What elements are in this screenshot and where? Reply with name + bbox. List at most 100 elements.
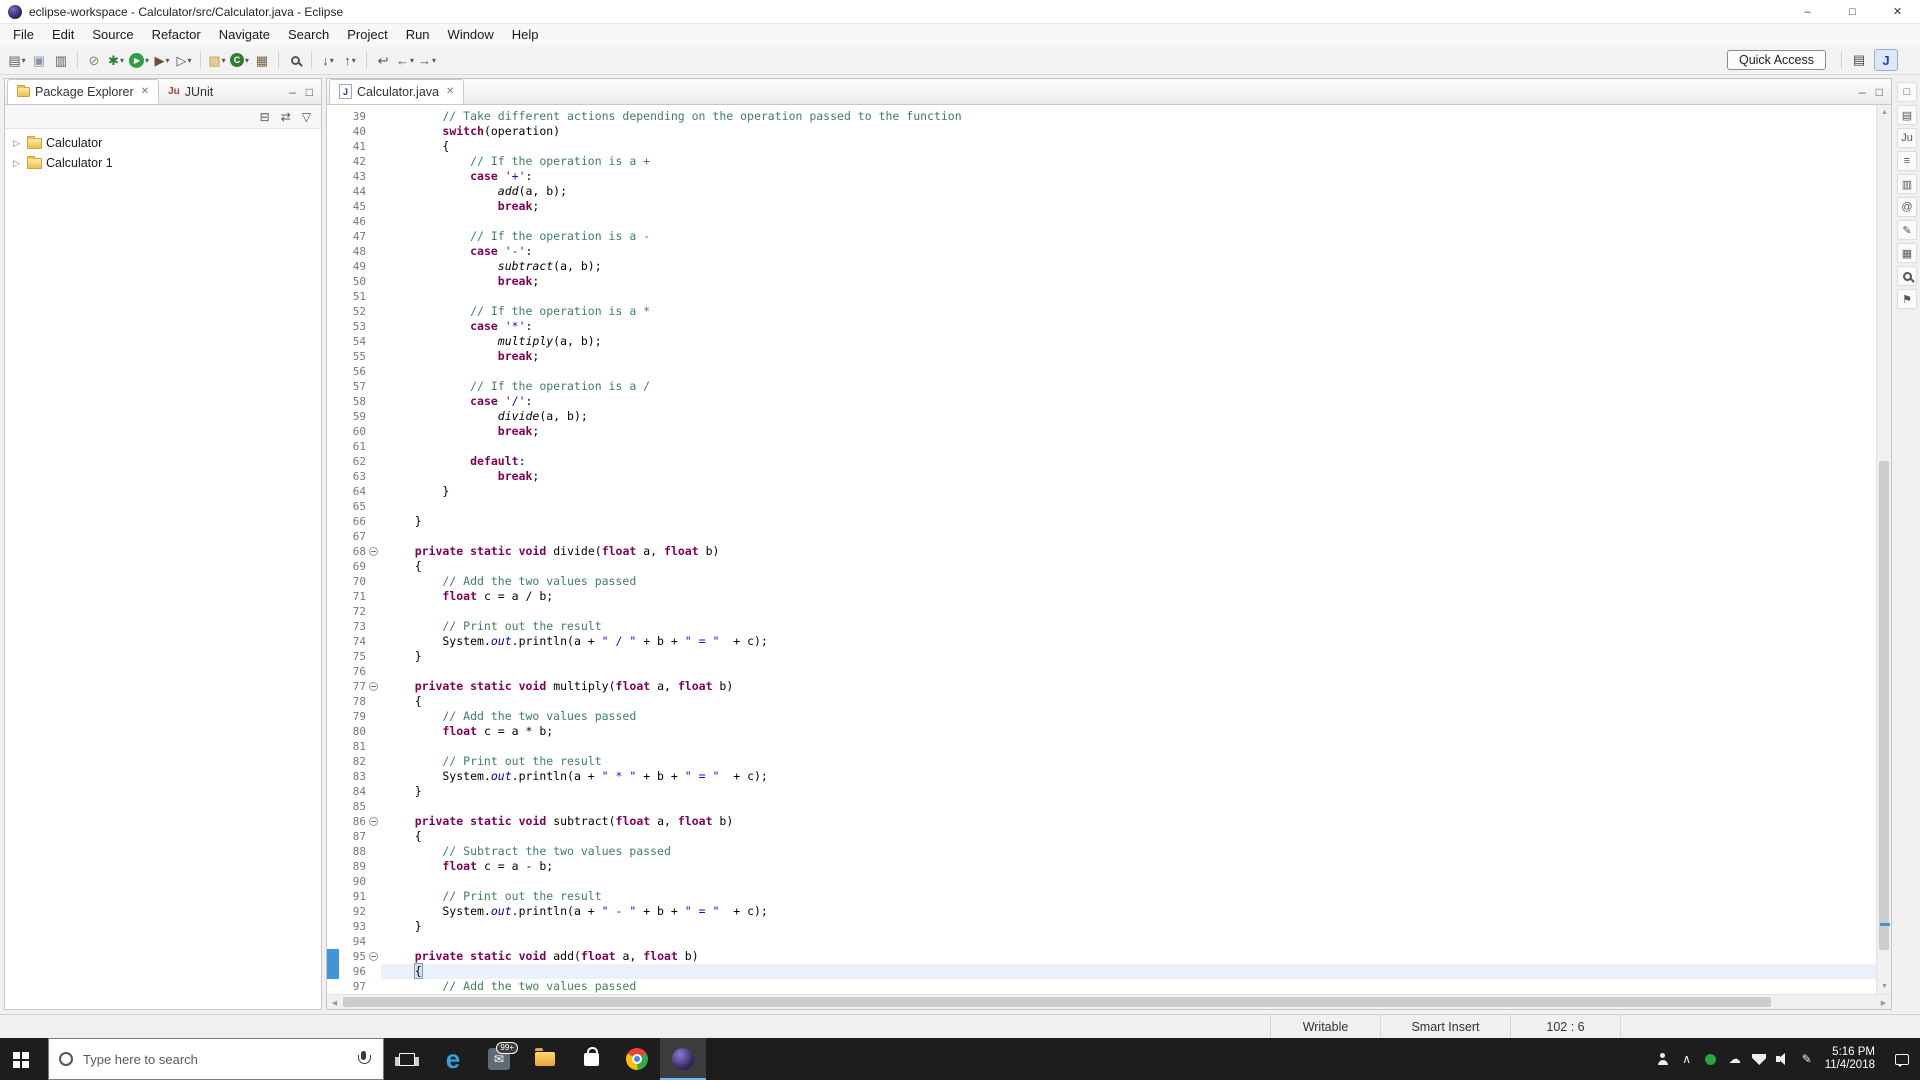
code-text[interactable]: System.out.println(a + " - " + b + " = "… <box>381 904 1876 919</box>
search-view-icon[interactable] <box>1897 266 1917 286</box>
code-text[interactable] <box>381 604 1876 619</box>
code-text[interactable] <box>381 874 1876 889</box>
last-edit-location-button[interactable]: ↩ <box>372 49 394 72</box>
close-tab-icon[interactable]: ✕ <box>141 86 149 97</box>
code-line-78[interactable]: 78 { <box>327 694 1876 709</box>
editor-body[interactable]: 39 // Take different actions depending o… <box>327 105 1891 994</box>
fold-marker[interactable] <box>366 949 381 964</box>
task-view-button[interactable] <box>384 1038 430 1080</box>
menu-item-project[interactable]: Project <box>338 24 396 46</box>
code-text[interactable]: float c = a / b; <box>381 589 1876 604</box>
code-line-51[interactable]: 51 <box>327 289 1876 304</box>
code-line-73[interactable]: 73 // Print out the result <box>327 619 1876 634</box>
code-line-63[interactable]: 63 break; <box>327 469 1876 484</box>
view-menu-button[interactable]: ▽ <box>300 109 313 125</box>
outline-view-icon[interactable]: ≡ <box>1897 151 1917 171</box>
code-text[interactable]: // Take different actions depending on t… <box>381 109 1876 124</box>
microphone-icon[interactable] <box>357 1051 371 1067</box>
code-text[interactable] <box>381 799 1876 814</box>
tab-calculator-java[interactable]: J Calculator.java ✕ <box>329 79 464 104</box>
code-line-85[interactable]: 85 <box>327 799 1876 814</box>
code-line-42[interactable]: 42 // If the operation is a + <box>327 154 1876 169</box>
code-text[interactable]: // Add the two values passed <box>381 709 1876 724</box>
code-text[interactable]: } <box>381 649 1876 664</box>
code-text[interactable]: private static void multiply(float a, fl… <box>381 679 1876 694</box>
fold-marker[interactable] <box>366 679 381 694</box>
tab-junit[interactable]: Ju JUnit <box>159 79 222 104</box>
code-line-58[interactable]: 58 case '/': <box>327 394 1876 409</box>
vertical-scrollbar[interactable]: ▲ ▼ <box>1876 105 1891 994</box>
code-text[interactable]: // If the operation is a * <box>381 304 1876 319</box>
code-text[interactable]: case '-': <box>381 244 1876 259</box>
menu-item-file[interactable]: File <box>4 24 43 46</box>
code-line-47[interactable]: 47 // If the operation is a - <box>327 229 1876 244</box>
code-text[interactable]: private static void subtract(float a, fl… <box>381 814 1876 829</box>
code-line-94[interactable]: 94 <box>327 934 1876 949</box>
jar-export-button[interactable]: ▦ <box>251 49 273 72</box>
code-text[interactable]: float c = a - b; <box>381 859 1876 874</box>
code-text[interactable]: // If the operation is a / <box>381 379 1876 394</box>
code-line-71[interactable]: 71 float c = a / b; <box>327 589 1876 604</box>
code-line-39[interactable]: 39 // Take different actions depending o… <box>327 109 1876 124</box>
prev-annotation-button[interactable]: ↑▾ <box>339 49 361 72</box>
code-line-68[interactable]: 68 private static void divide(float a, f… <box>327 544 1876 559</box>
code-text[interactable]: break; <box>381 469 1876 484</box>
expand-arrow-icon[interactable]: ▷ <box>13 138 23 149</box>
code-line-56[interactable]: 56 <box>327 364 1876 379</box>
code-line-62[interactable]: 62 default: <box>327 454 1876 469</box>
code-line-87[interactable]: 87 { <box>327 829 1876 844</box>
code-line-41[interactable]: 41 { <box>327 139 1876 154</box>
code-text[interactable]: private static void add(float a, float b… <box>381 949 1876 964</box>
code-text[interactable]: case '+': <box>381 169 1876 184</box>
restore-view-icon[interactable]: □ <box>1897 82 1917 102</box>
minimize-panel-icon[interactable]: – <box>287 84 298 100</box>
code-text[interactable]: break; <box>381 199 1876 214</box>
horizontal-scrollbar[interactable]: ◀ ▶ <box>327 994 1891 1009</box>
code-line-75[interactable]: 75 } <box>327 649 1876 664</box>
package-explorer-shortcut-icon[interactable]: ▤ <box>1897 105 1917 125</box>
open-perspective-button[interactable]: ▤ <box>1847 49 1871 71</box>
code-text[interactable]: multiply(a, b); <box>381 334 1876 349</box>
minimize-button[interactable]: – <box>1785 0 1830 23</box>
code-line-59[interactable]: 59 divide(a, b); <box>327 409 1876 424</box>
scroll-right-arrow[interactable]: ▶ <box>1876 995 1891 1010</box>
code-text[interactable]: System.out.println(a + " * " + b + " = "… <box>381 769 1876 784</box>
tab-package-explorer[interactable]: Package Explorer ✕ <box>7 79 159 104</box>
save-button[interactable]: ▣ <box>28 49 50 72</box>
code-line-92[interactable]: 92 System.out.println(a + " - " + b + " … <box>327 904 1876 919</box>
code-line-40[interactable]: 40 switch(operation) <box>327 124 1876 139</box>
quick-access-button[interactable]: Quick Access <box>1727 50 1826 70</box>
code-text[interactable] <box>381 529 1876 544</box>
code-line-66[interactable]: 66 } <box>327 514 1876 529</box>
debug-button[interactable]: ✱▾ <box>105 49 127 72</box>
code-line-89[interactable]: 89 float c = a - b; <box>327 859 1876 874</box>
menu-item-search[interactable]: Search <box>279 24 338 46</box>
code-text[interactable]: } <box>381 784 1876 799</box>
menu-item-window[interactable]: Window <box>439 24 503 46</box>
code-line-80[interactable]: 80 float c = a * b; <box>327 724 1876 739</box>
menu-item-navigate[interactable]: Navigate <box>210 24 279 46</box>
close-button[interactable]: ✕ <box>1875 0 1920 23</box>
code-line-65[interactable]: 65 <box>327 499 1876 514</box>
code-line-43[interactable]: 43 case '+': <box>327 169 1876 184</box>
code-line-46[interactable]: 46 <box>327 214 1876 229</box>
code-text[interactable]: break; <box>381 424 1876 439</box>
code-line-44[interactable]: 44 add(a, b); <box>327 184 1876 199</box>
code-line-91[interactable]: 91 // Print out the result <box>327 889 1876 904</box>
collapse-icon[interactable] <box>369 817 378 826</box>
code-line-83[interactable]: 83 System.out.println(a + " * " + b + " … <box>327 769 1876 784</box>
code-text[interactable]: } <box>381 514 1876 529</box>
vertical-scroll-thumb[interactable] <box>1879 461 1889 950</box>
menu-item-edit[interactable]: Edit <box>43 24 83 46</box>
code-line-74[interactable]: 74 System.out.println(a + " / " + b + " … <box>327 634 1876 649</box>
chrome-browser-icon[interactable] <box>614 1038 660 1080</box>
code-line-86[interactable]: 86 private static void subtract(float a,… <box>327 814 1876 829</box>
print-button[interactable]: ▥ <box>50 49 72 72</box>
new-java-project-button[interactable]: ▧▾ <box>206 49 228 72</box>
hidden-icons-chevron[interactable]: ∧ <box>1675 1038 1699 1080</box>
forward-button[interactable]: →▾ <box>416 49 438 72</box>
code-text[interactable] <box>381 664 1876 679</box>
scroll-left-arrow[interactable]: ◀ <box>327 995 342 1010</box>
code-text[interactable]: divide(a, b); <box>381 409 1876 424</box>
taskbar-search-box[interactable]: Type here to search <box>48 1038 384 1080</box>
